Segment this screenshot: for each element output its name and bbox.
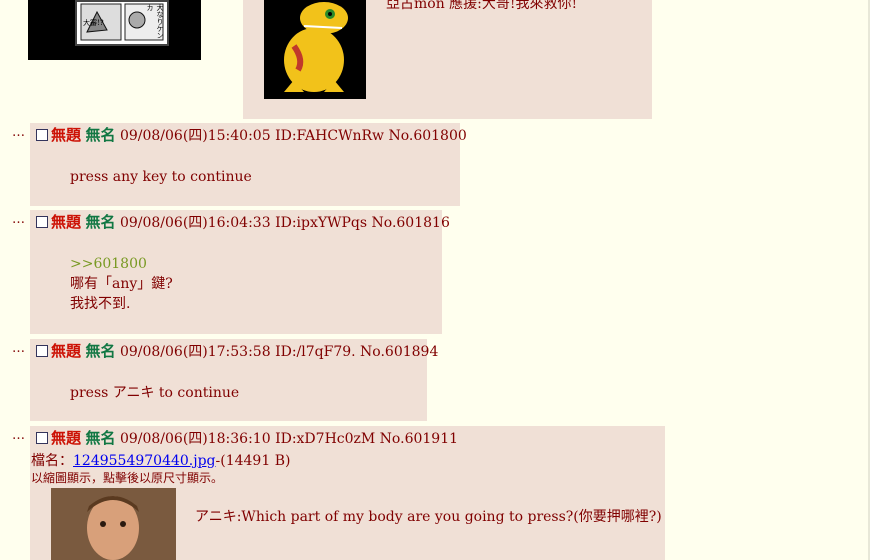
post-thumbnail[interactable] <box>51 488 176 560</box>
post-line: 哪有「any」鍵? <box>70 276 173 292</box>
previous-reply-text: 亞古mon 應援:大哥!我來救你! <box>386 0 578 12</box>
post-name: 無名 <box>85 342 116 360</box>
delete-checkbox[interactable] <box>36 345 48 357</box>
post-subject: 無題 <box>51 213 82 231</box>
agumon-drawing <box>284 2 348 92</box>
post-meta[interactable]: 09/08/06(四)17:53:58 ID:/l7qF79. No.60189… <box>120 344 438 360</box>
manga-text-2: 大審!? <box>83 19 104 27</box>
reply-601911: 無題 無名 09/08/06(四)18:36:10 ID:xD7Hc0zM No… <box>30 426 665 560</box>
post-line: 我找不到. <box>70 296 131 312</box>
reply-dots: … <box>12 125 25 140</box>
post-subject: 無題 <box>51 342 82 360</box>
post-name: 無名 <box>85 213 116 231</box>
file-link[interactable]: 1249554970440.jpg <box>73 453 216 469</box>
post-header: 無題 無名 09/08/06(四)15:40:05 ID:FAHCWnRw No… <box>36 127 467 144</box>
agumon-image[interactable] <box>264 0 366 99</box>
post-meta[interactable]: 09/08/06(四)18:36:10 ID:xD7Hc0zM No.60191… <box>120 431 458 447</box>
quote-link[interactable]: >>601800 <box>70 254 173 274</box>
post-line: press アニキ to continue <box>70 385 240 401</box>
delete-checkbox[interactable] <box>36 216 48 228</box>
reply-601816: 無題 無名 09/08/06(四)16:04:33 ID:ipxYWPqs No… <box>30 210 450 334</box>
post-name: 無名 <box>85 126 116 144</box>
delete-checkbox[interactable] <box>36 432 48 444</box>
manga-panel: 大なりケンカ 大審!? <box>75 0 169 46</box>
file-size: -(14491 B) <box>215 453 291 469</box>
post-subject: 無題 <box>51 429 82 447</box>
post-subject: 無題 <box>51 126 82 144</box>
post-body: press アニキ to continue <box>70 383 239 403</box>
man-photo <box>51 488 176 560</box>
post-name: 無名 <box>85 429 116 447</box>
post-meta[interactable]: 09/08/06(四)15:40:05 ID:FAHCWnRw No.60180… <box>120 128 467 144</box>
post-line: アニキ:Which part of my body are you going … <box>195 509 662 525</box>
delete-checkbox[interactable] <box>36 129 48 141</box>
post-meta[interactable]: 09/08/06(四)16:04:33 ID:ipxYWPqs No.60181… <box>120 215 450 231</box>
post-header: 無題 無名 09/08/06(四)16:04:33 ID:ipxYWPqs No… <box>36 214 450 231</box>
post-body: アニキ:Which part of my body are you going … <box>195 507 662 527</box>
file-label: 檔名： <box>31 453 73 469</box>
reply-601800: 無題 無名 09/08/06(四)15:40:05 ID:FAHCWnRw No… <box>30 123 467 206</box>
manga-text-1: 大なりケンカ <box>146 4 164 39</box>
reply-dots: … <box>12 341 25 356</box>
manga-thumbnail[interactable]: 大なりケンカ 大審!? <box>28 0 201 60</box>
post-body: press any key to continue <box>70 167 252 187</box>
post-header: 無題 無名 09/08/06(四)17:53:58 ID:/l7qF79. No… <box>36 343 438 360</box>
post-line: press any key to continue <box>70 169 252 185</box>
reply-dots: … <box>12 212 25 227</box>
post-body: >>601800 哪有「any」鍵? 我找不到. <box>70 254 173 314</box>
file-note: 以縮圖顯示，點擊後以原尺寸顯示。 <box>31 471 224 485</box>
previous-reply: 亞古mon 應援:大哥!我來救你! <box>243 0 652 119</box>
post-header: 無題 無名 09/08/06(四)18:36:10 ID:xD7Hc0zM No… <box>36 430 458 447</box>
reply-dots: … <box>12 428 25 443</box>
reply-601894: 無題 無名 09/08/06(四)17:53:58 ID:/l7qF79. No… <box>30 339 438 421</box>
file-info: 檔名：1249554970440.jpg-(14491 B) <box>31 453 290 469</box>
